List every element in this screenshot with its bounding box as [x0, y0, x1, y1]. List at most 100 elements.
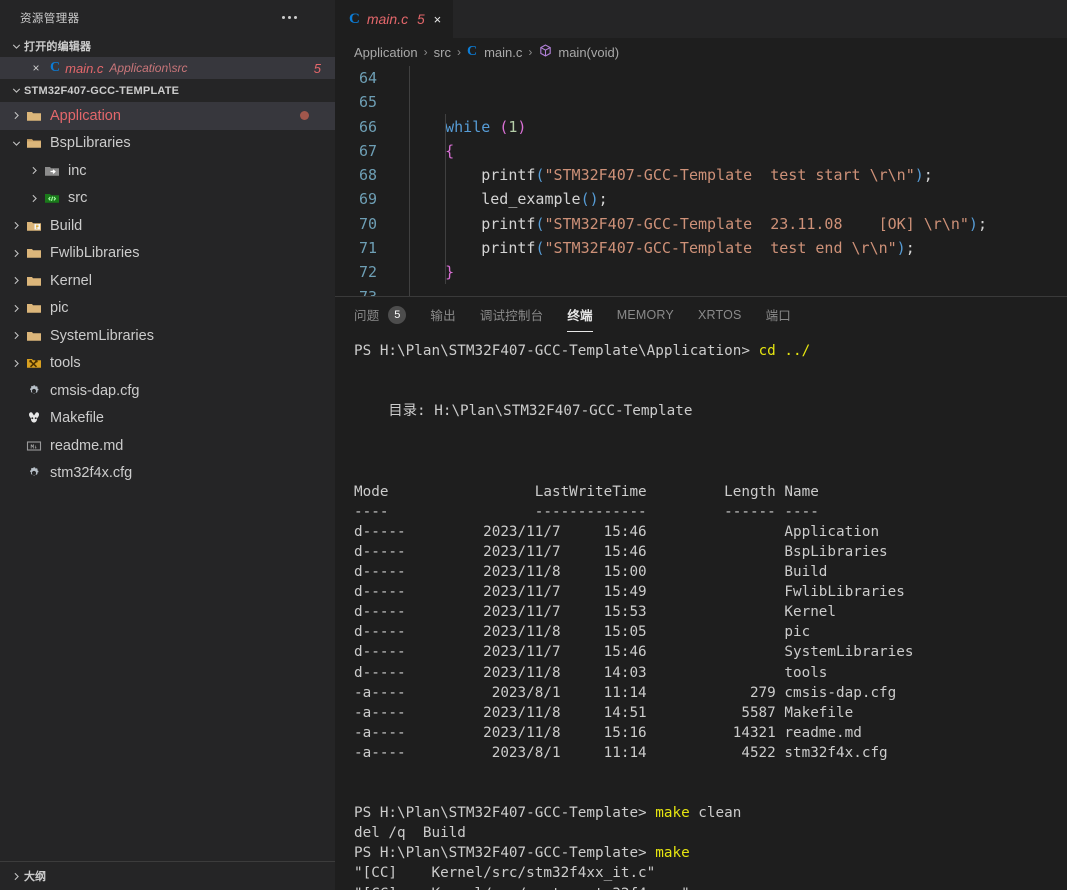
panel-tab-3[interactable]: 终端 [567, 297, 594, 332]
panel-tab-label: 调试控制台 [479, 309, 544, 323]
markdown-icon: M↓ [24, 438, 44, 454]
tree-item-inc[interactable]: inc [0, 157, 335, 185]
folder-tools-icon [24, 355, 44, 371]
tab-label: main.c [366, 11, 409, 27]
code-line: } [445, 263, 455, 282]
line-number: 69 [358, 190, 377, 209]
tree-item-tools[interactable]: tools [0, 350, 335, 378]
terminal-output[interactable]: PS H:\Plan\STM32F407-GCC-Template\Applic… [335, 332, 1067, 890]
tree-item-build[interactable]: Build [0, 212, 335, 240]
tree-item-readme-md[interactable]: M↓ readme.md [0, 432, 335, 460]
panel-tab-label: 端口 [765, 309, 791, 323]
tree-item-makefile[interactable]: Makefile [0, 405, 335, 433]
tree-item-cmsis-dap-cfg[interactable]: cmsis-dap.cfg [0, 377, 335, 405]
folder-include-icon [42, 163, 62, 179]
terminal-line: ---- ------------- ------ ---- [354, 503, 819, 520]
open-editor-item-main-c[interactable]: × C main.c Application\src 5 [0, 57, 335, 79]
terminal-line: -a---- 2023/11/8 15:16 14321 readme.md [354, 724, 862, 741]
folder-icon [24, 245, 44, 261]
panel-tab-label: MEMORY [616, 307, 674, 322]
project-section-header[interactable]: STM32F407-GCC-TEMPLATE [0, 79, 335, 102]
chevron-right-icon[interactable] [26, 190, 42, 206]
panel-tab-1[interactable]: 输出 [430, 297, 455, 332]
terminal-line: -a---- 2023/8/1 11:14 279 cmsis-dap.cfg [354, 684, 897, 701]
explorer-title: 资源管理器 [20, 12, 80, 25]
chevron-right-icon[interactable] [8, 355, 24, 371]
tree-item-label: Makefile [50, 410, 104, 427]
tree-item-label: inc [68, 162, 87, 179]
panel-tab-label: XRTOS [697, 307, 742, 322]
more-actions-icon[interactable] [276, 12, 303, 23]
breadcrumb-separator: › [423, 45, 428, 59]
chevron-right-icon[interactable] [8, 300, 24, 316]
tree-item-label: cmsis-dap.cfg [50, 382, 140, 399]
breadcrumb-item-src[interactable]: src [434, 45, 451, 60]
tree-item-fwliblibraries[interactable]: FwlibLibraries [0, 240, 335, 268]
terminal-line: del /q Build [354, 825, 466, 842]
code-line: printf("STM32F407-GCC-Template test star… [481, 166, 933, 185]
terminal-line: Mode LastWriteTime Length Name [354, 483, 819, 500]
chevron-right-icon[interactable] [26, 163, 42, 179]
breadcrumb: Application › src › Cmain.c › main(void) [335, 38, 1067, 66]
chevron-right-icon[interactable] [8, 328, 24, 344]
close-icon[interactable]: × [28, 60, 44, 76]
chevron-right-icon[interactable] [8, 218, 24, 234]
open-editors-section-header[interactable]: 打开的编辑器 [0, 35, 335, 57]
breadcrumb-item-application[interactable]: Application [354, 45, 418, 60]
modified-indicator-dot [300, 111, 309, 121]
tree-item-application[interactable]: Application [0, 102, 335, 130]
chevron-right-icon[interactable] [8, 273, 24, 289]
tree-item-label: Kernel [50, 272, 92, 289]
tree-item-label: tools [50, 355, 81, 372]
open-editor-problem-count: 5 [313, 60, 321, 76]
terminal-line: PS H:\Plan\STM32F407-GCC-Template\Applic… [354, 343, 811, 359]
terminal-line: d----- 2023/11/7 15:53 Kernel [354, 604, 837, 621]
breadcrumb-label: Application [354, 44, 418, 60]
gear-icon [24, 383, 44, 399]
tree-item-label: SystemLibraries [50, 327, 154, 344]
panel-tab-6[interactable]: 端口 [766, 297, 791, 332]
indent-guide [409, 66, 410, 296]
tree-item-bsplibraries[interactable]: BspLibraries [0, 130, 335, 158]
panel-tab-label: 问题 [354, 309, 380, 323]
close-icon[interactable]: × [434, 13, 442, 26]
panel-tab-2[interactable]: 调试控制台 [480, 297, 544, 332]
tree-item-label: pic [50, 300, 69, 317]
chevron-right-icon[interactable] [8, 108, 24, 124]
tree-item-label: BspLibraries [50, 135, 131, 152]
outline-section-header[interactable]: 大纲 [0, 861, 335, 890]
tree-item-stm32f4x-cfg[interactable]: stm32f4x.cfg [0, 460, 335, 488]
tree-item-src[interactable]: src [0, 185, 335, 213]
tree-item-kernel[interactable]: Kernel [0, 267, 335, 295]
breadcrumb-label: main.c [484, 44, 523, 60]
folder-icon [24, 273, 44, 289]
bottom-panel: 问题 5 输出 调试控制台 终端 MEMORY XRTOS 端口 PS H:\Plan\STM… [335, 296, 1067, 890]
panel-tab-0[interactable]: 问题 5 [354, 297, 407, 332]
panel-tab-5[interactable]: XRTOS [698, 297, 742, 332]
breadcrumb-item-main-void-[interactable]: main(void) [538, 43, 619, 61]
tree-item-systemlibraries[interactable]: SystemLibraries [0, 322, 335, 350]
tab-main-c[interactable]: C main.c 5 × [335, 0, 455, 38]
chevron-right-icon[interactable] [8, 245, 24, 261]
code-editor[interactable]: 64 65 66 67 68 69 70 71 72 73 while (1) { printf(… [335, 66, 1067, 296]
breadcrumb-label: main(void) [558, 44, 620, 60]
line-number: 73 [335, 285, 377, 296]
folder-icon [24, 328, 44, 344]
svg-text:M↓: M↓ [31, 444, 38, 450]
breadcrumb-item-main-c[interactable]: Cmain.c [467, 44, 522, 60]
tree-item-pic[interactable]: pic [0, 295, 335, 323]
chevron-down-icon[interactable] [8, 135, 24, 151]
tree-item-label: Application [50, 107, 121, 124]
line-number: 66 [358, 117, 377, 136]
folder-src-icon [42, 190, 62, 206]
code-content[interactable]: while (1) { printf("STM32F407-GCC-Templa… [391, 66, 1067, 296]
terminal-line: PS H:\Plan\STM32F407-GCC-Template> make [354, 845, 690, 862]
panel-tab-4[interactable]: MEMORY [617, 297, 674, 332]
